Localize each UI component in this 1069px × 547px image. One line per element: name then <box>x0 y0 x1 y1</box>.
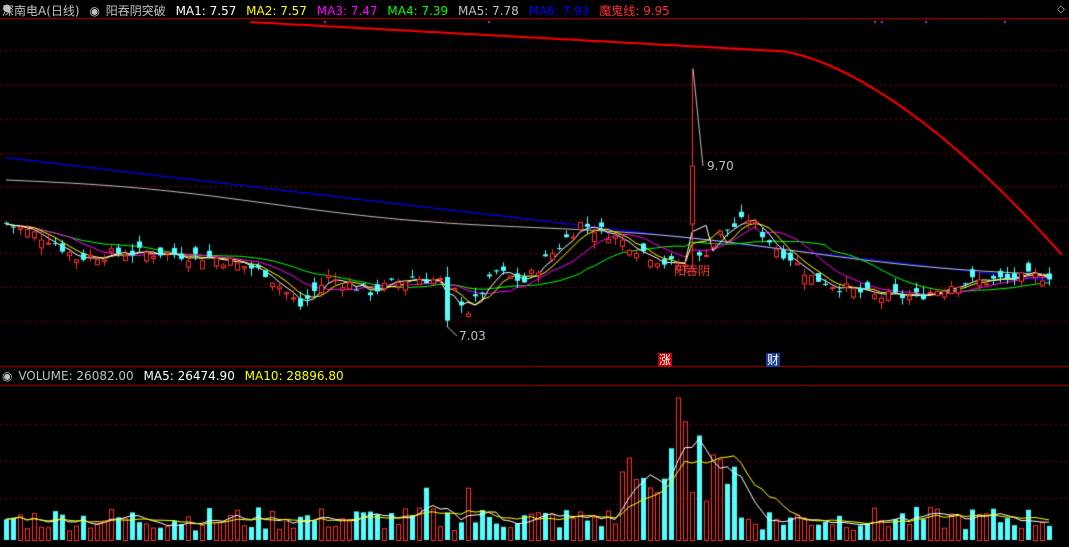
ma4-value: MA4: 7.39 <box>387 4 449 18</box>
indicator-menu-icon[interactable]: ◉ <box>89 4 99 18</box>
volume-ma5-value: MA5: 26474.90 <box>143 369 235 383</box>
limit-up-marker[interactable]: 涨 <box>658 353 673 367</box>
high-price-label: 9.70 <box>707 159 734 173</box>
ma5-value: MA5: 7.78 <box>458 4 519 18</box>
pattern-signal-label: 阳吞阴 <box>674 264 711 278</box>
finance-marker[interactable]: 财 <box>766 353 781 367</box>
low-price-label: 7.03 <box>459 329 486 343</box>
ma6-value: MA6: 7.93 <box>528 4 590 18</box>
ma1-value: MA1: 7.57 <box>175 4 237 18</box>
kline-chart-canvas[interactable] <box>0 0 1069 547</box>
ma2-value: MA2: 7.57 <box>246 4 307 18</box>
volume-menu-icon[interactable]: ◉ <box>2 369 12 383</box>
stock-name: 深南电A(日线) <box>2 4 80 18</box>
demon-line-value: 魔鬼线: 9.95 <box>599 4 670 18</box>
volume-ma10-value: MA10: 28896.80 <box>244 369 344 383</box>
volume-value: VOLUME: 26082.00 <box>18 369 134 383</box>
price-panel-header: 深南电A(日线) ◉ 阳吞阴突破 MA1: 7.57 MA2: 7.57 MA3… <box>2 2 676 20</box>
ma3-value: MA3: 7.47 <box>316 4 378 18</box>
expand-diamond-icon[interactable]: ◇ <box>1055 4 1067 16</box>
volume-panel-header: ◉ VOLUME: 26082.00 MA5: 26474.90 MA10: 2… <box>2 367 350 385</box>
indicator-name[interactable]: 阳吞阴突破 <box>106 4 166 18</box>
